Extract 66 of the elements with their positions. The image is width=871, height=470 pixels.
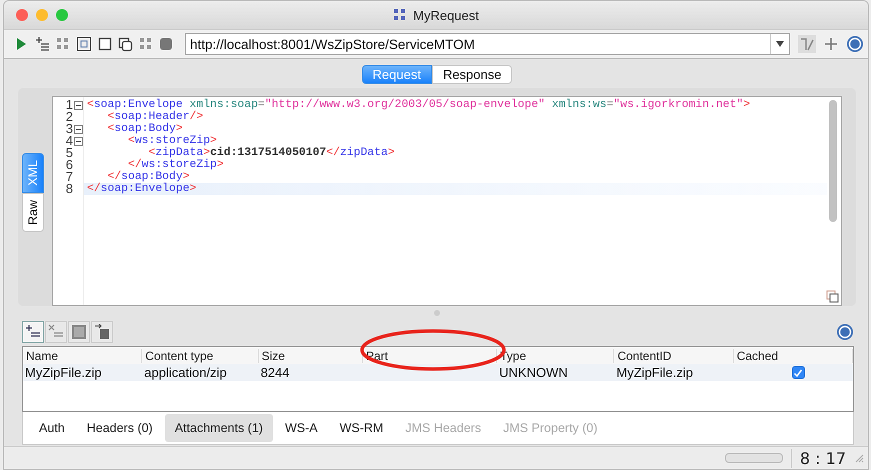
- table-cell-text: MyZipFile.zip: [24, 365, 103, 380]
- line-number: 6: [66, 159, 73, 171]
- message-tab[interactable]: Response: [432, 65, 512, 84]
- square-icon[interactable]: [98, 37, 112, 51]
- dots-icon[interactable]: [56, 37, 70, 51]
- open-attachment-button[interactable]: [68, 321, 90, 343]
- scrollbar[interactable]: [829, 100, 837, 222]
- code-line: </soap:Body>: [108, 171, 190, 183]
- bottom-tab[interactable]: Headers (0): [76, 414, 163, 442]
- code-line: </ws:storeZip>: [128, 159, 224, 171]
- frame-icon: [71, 324, 87, 340]
- url-field[interactable]: http://localhost:8001/WsZipStore/ServiceMTOM: [185, 33, 790, 55]
- column-header[interactable]: Cached: [734, 348, 853, 362]
- pane-icon[interactable]: [798, 35, 816, 53]
- code-line: <ws:storeZip>: [128, 135, 217, 147]
- add-list-icon[interactable]: [34, 36, 50, 52]
- line-number: 4: [66, 135, 73, 147]
- code-line: <soap:Header/>: [108, 111, 204, 123]
- line-number: 3: [66, 123, 73, 135]
- dots-icon: [393, 8, 408, 22]
- code-line: <soap:Envelope xmlns:soap="http://www.w3.org/2003/05/soap-envelope" xmlns:ws="ws.igorkromin.net">: [87, 99, 750, 111]
- help-icon[interactable]: [846, 35, 864, 53]
- collapse-icon[interactable]: [74, 124, 83, 134]
- splitter-handle[interactable]: [434, 310, 440, 316]
- column-header[interactable]: ContentID: [614, 348, 734, 362]
- bottom-tab[interactable]: Auth: [29, 414, 75, 442]
- play-icon[interactable]: [14, 36, 28, 52]
- column-header[interactable]: Size: [258, 348, 363, 362]
- export-attachment-button[interactable]: [91, 321, 113, 343]
- line-number: 1: [66, 99, 73, 111]
- bottom-tab[interactable]: WS-RM: [330, 414, 394, 442]
- collapse-icon[interactable]: [74, 100, 83, 110]
- checkbox[interactable]: [792, 366, 805, 379]
- window-title: MyRequest: [413, 8, 479, 22]
- code-line: <zipData>cid:1317514050107</zipData>: [148, 147, 395, 159]
- line-number: 8: [66, 183, 73, 195]
- help-icon[interactable]: [836, 323, 854, 341]
- collapse-icon[interactable]: [74, 136, 83, 146]
- frame-icon[interactable]: [76, 36, 92, 52]
- column-header[interactable]: Content type: [142, 348, 259, 362]
- cursor-position: 8 : 17: [790, 448, 846, 468]
- table-cell-text: 8244: [260, 365, 290, 380]
- document-arrow-icon: [94, 324, 110, 340]
- column-header[interactable]: Name: [23, 348, 142, 362]
- line-number: 5: [66, 147, 73, 159]
- side-tab[interactable]: Raw: [22, 192, 44, 232]
- table-cell-text: UNKNOWN: [498, 365, 569, 380]
- copy-icon[interactable]: [118, 36, 133, 52]
- table-cell-text: MyZipFile.zip: [615, 365, 694, 380]
- stop-icon[interactable]: [159, 37, 173, 51]
- resize-grip-icon[interactable]: [854, 453, 864, 463]
- table-cell-text: application/zip: [143, 365, 228, 380]
- line-number: 2: [66, 111, 73, 123]
- plus-icon[interactable]: [824, 37, 838, 51]
- add-attachment-button[interactable]: [22, 321, 44, 343]
- close-button[interactable]: [16, 9, 28, 21]
- resize-icon[interactable]: [826, 290, 839, 303]
- code-line: </soap:Envelope>: [87, 183, 196, 195]
- caret-icon: [776, 41, 784, 47]
- checkmark-icon: [793, 368, 804, 378]
- bottom-tab[interactable]: Attachments (1): [164, 414, 273, 442]
- line-number: 7: [66, 171, 73, 183]
- bottom-tab[interactable]: WS-A: [274, 414, 328, 442]
- dots-icon[interactable]: [139, 37, 153, 51]
- status-slot: [724, 453, 783, 463]
- code-line: <soap:Body>: [108, 123, 183, 135]
